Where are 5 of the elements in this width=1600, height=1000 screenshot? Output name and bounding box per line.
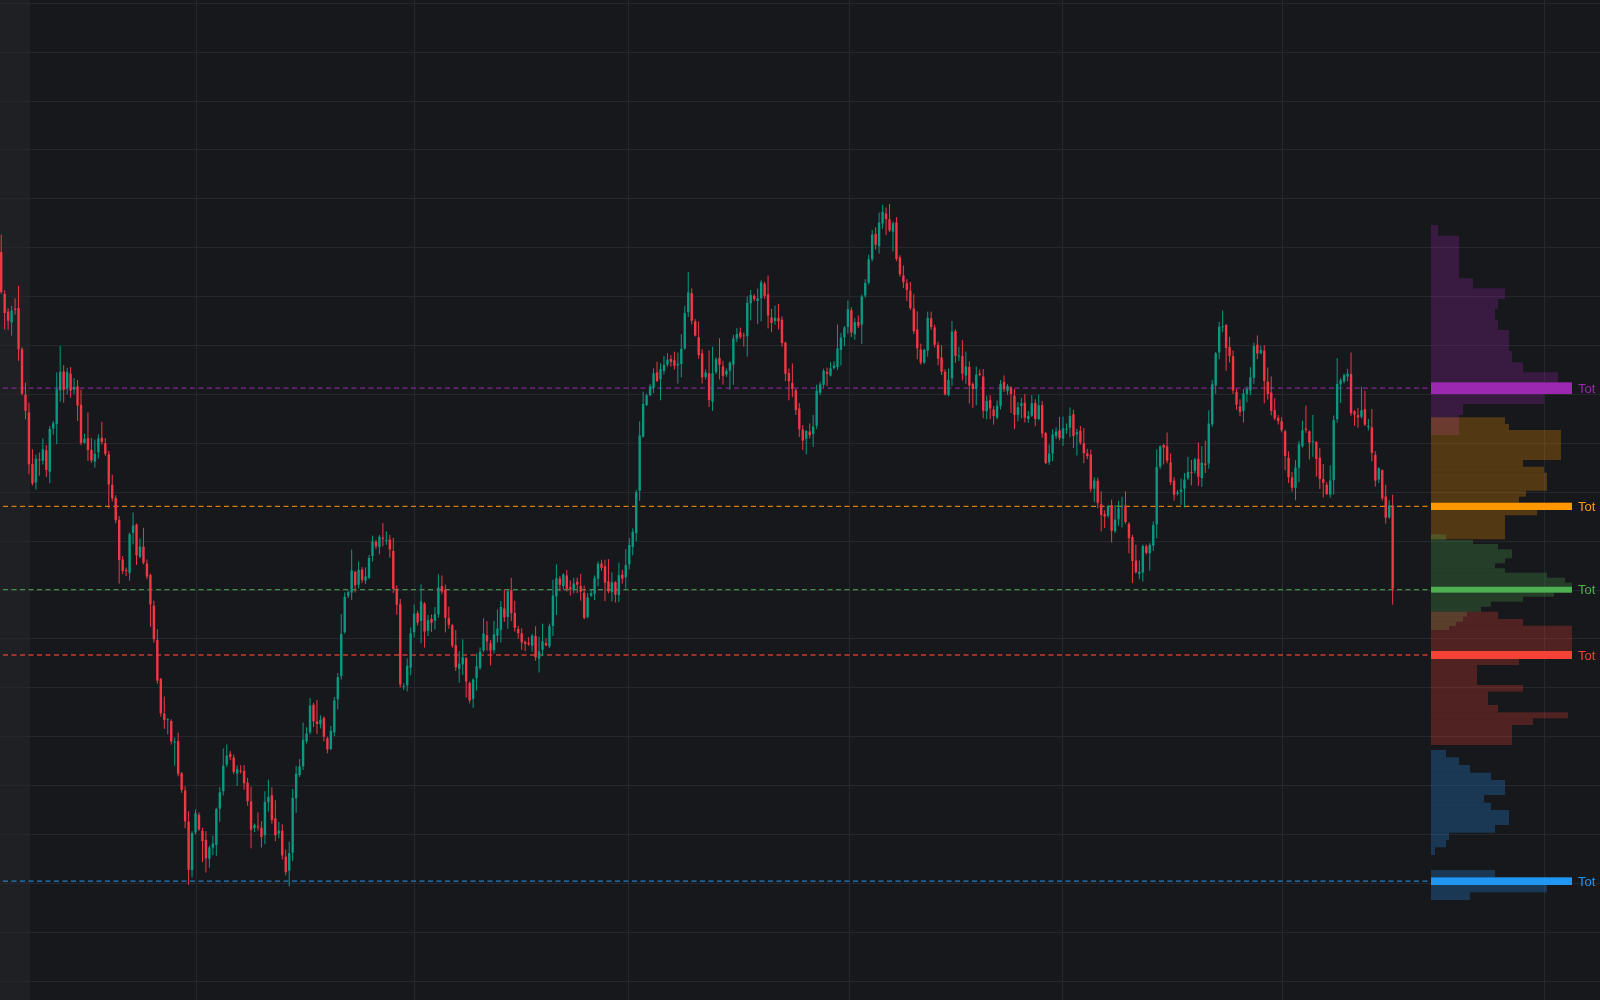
profile-label: Tot: [1578, 647, 1596, 663]
profile-label: Tot: [1578, 498, 1596, 514]
profile-label: Tot: [1578, 873, 1596, 889]
profile-label: Tot: [1578, 380, 1596, 396]
profile-label: Tot: [1578, 582, 1596, 598]
